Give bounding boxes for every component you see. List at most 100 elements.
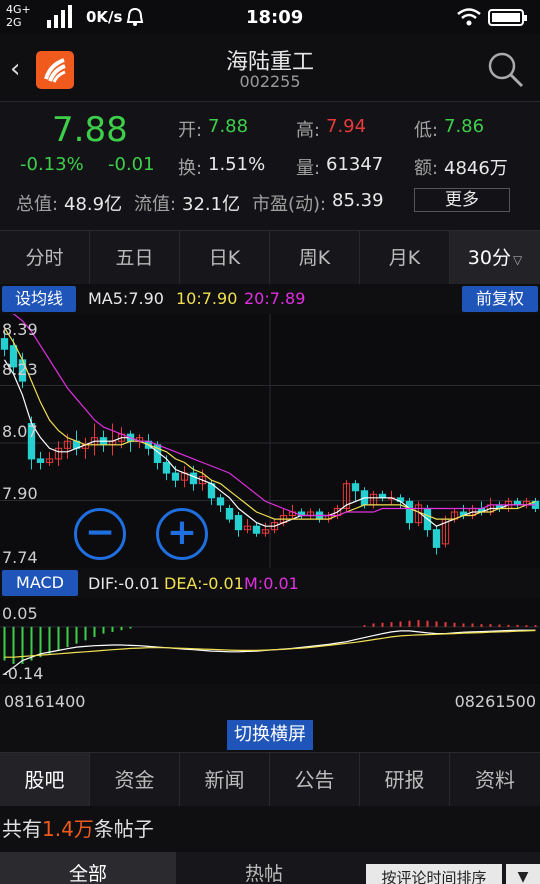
total-value: 48.9亿 bbox=[64, 194, 123, 215]
open-value: 7.88 bbox=[208, 116, 249, 137]
candle-body bbox=[351, 483, 360, 492]
tab-profile[interactable]: 资料 bbox=[450, 753, 540, 807]
network-indicator: 4G+ 2G bbox=[6, 3, 31, 29]
float-value: 32.1亿 bbox=[182, 194, 241, 215]
candle-body bbox=[225, 507, 234, 520]
adjust-button[interactable]: 前复权 bbox=[462, 286, 538, 312]
more-button[interactable]: 更多 bbox=[414, 188, 510, 212]
candle-body bbox=[171, 472, 180, 481]
tab-funds[interactable]: 资金 bbox=[90, 753, 180, 807]
network-2g-label: 2G bbox=[6, 16, 22, 29]
info-tabs: 股吧 资金 新闻 公告 研报 资料 bbox=[0, 752, 540, 807]
candle-body bbox=[189, 472, 198, 485]
clock: 18:09 bbox=[246, 7, 304, 28]
macd-dea-line bbox=[4, 629, 536, 658]
macd-dif: DIF:-0.01 bbox=[88, 574, 160, 593]
zoom-in-button[interactable]: + bbox=[156, 508, 208, 560]
sort-button[interactable]: 按评论时间排序 bbox=[366, 864, 502, 884]
volume-value: 61347 bbox=[326, 154, 384, 175]
search-icon[interactable] bbox=[486, 50, 526, 90]
macd-chart[interactable]: 0.05 -0.14 bbox=[0, 598, 540, 684]
y-label-1: 8.39 bbox=[2, 320, 38, 339]
candle-body bbox=[216, 497, 225, 506]
stock-code: 002255 bbox=[239, 72, 301, 91]
period-tabs: 分时 五日 日K 周K 月K 30分 ▽ bbox=[0, 230, 540, 285]
low-label: 低: bbox=[414, 120, 439, 141]
tab-news[interactable]: 新闻 bbox=[180, 753, 270, 807]
notification-icon bbox=[126, 7, 144, 26]
candle-body bbox=[405, 500, 414, 524]
macd-dea: DEA:-0.01 bbox=[164, 574, 244, 593]
macd-button[interactable]: MACD bbox=[2, 570, 78, 596]
zoom-out-button[interactable]: − bbox=[74, 508, 126, 560]
post-filter-tabs: 全部 热帖 按评论时间排序 ▼ bbox=[0, 852, 540, 884]
float-value-label: 流值: bbox=[134, 194, 177, 215]
network-speed: 0K/s bbox=[86, 8, 123, 26]
tab-announcements[interactable]: 公告 bbox=[270, 753, 360, 807]
tab-monthly-k[interactable]: 月K bbox=[360, 231, 450, 285]
time-start: 08161400 bbox=[4, 692, 86, 711]
tab-30min-label: 30分 bbox=[467, 247, 511, 269]
macd-m: M:0.01 bbox=[244, 574, 299, 593]
post-count-suffix: 条帖子 bbox=[93, 817, 154, 841]
macd-bar: MACD DIF:-0.01 DEA:-0.01 M:0.01 bbox=[0, 568, 540, 598]
tab-five-day[interactable]: 五日 bbox=[90, 231, 180, 285]
status-bar: 4G+ 2G 0K/s 18:09 bbox=[0, 0, 540, 34]
tab-forum[interactable]: 股吧 bbox=[0, 753, 90, 807]
chevron-down-icon[interactable]: ▼ bbox=[506, 864, 540, 884]
tab-weekly-k[interactable]: 周K bbox=[270, 231, 360, 285]
network-4g-label: 4G+ bbox=[6, 3, 31, 16]
volume-label: 量: bbox=[296, 158, 321, 179]
macd-chart-svg bbox=[0, 620, 540, 675]
candle-body bbox=[252, 525, 261, 534]
tab-30min[interactable]: 30分 ▽ bbox=[450, 231, 540, 285]
subtab-hot[interactable]: 热帖 bbox=[176, 852, 352, 884]
change-value: -0.01 bbox=[108, 154, 155, 175]
amount-value: 4846万 bbox=[444, 158, 508, 179]
tab-daily-k[interactable]: 日K bbox=[180, 231, 270, 285]
post-count-prefix: 共有 bbox=[2, 817, 42, 841]
y-label-4: 7.90 bbox=[2, 484, 38, 503]
macd-top-label: 0.05 bbox=[2, 604, 38, 623]
switch-row: 切换横屏 bbox=[0, 718, 540, 752]
total-value-label: 总值: bbox=[16, 194, 59, 215]
candle-body bbox=[432, 529, 441, 548]
wifi-icon bbox=[457, 8, 481, 26]
ma5-value: MA5:7.90 bbox=[88, 289, 164, 308]
low-value: 7.86 bbox=[444, 116, 485, 137]
time-axis: 08161400 08261500 bbox=[0, 684, 540, 718]
y-label-5: 7.74 bbox=[2, 548, 38, 567]
turnover-value: 1.51% bbox=[208, 154, 266, 175]
amount-label: 额: bbox=[414, 158, 439, 179]
post-count: 共有1.4万条帖子 bbox=[0, 806, 540, 852]
turnover-label: 换: bbox=[178, 158, 203, 179]
current-price: 7.88 bbox=[52, 110, 128, 150]
kline-chart[interactable]: 8.39 8.23 8.07 7.90 7.74 − + bbox=[0, 314, 540, 568]
pe-label: 市盈(动): bbox=[252, 194, 327, 215]
tab-intraday[interactable]: 分时 bbox=[0, 231, 90, 285]
title-bar: ‹ 海陆重工 002255 bbox=[0, 34, 540, 102]
set-ma-button[interactable]: 设均线 bbox=[2, 286, 76, 312]
pe-value: 85.39 bbox=[332, 190, 384, 211]
candle-body bbox=[234, 515, 243, 531]
chevron-down-icon: ▽ bbox=[512, 253, 523, 267]
battery-icon bbox=[488, 9, 527, 26]
macd-bottom-label: -0.14 bbox=[2, 664, 44, 683]
signal-icon bbox=[47, 5, 72, 28]
open-label: 开: bbox=[178, 120, 203, 141]
subtab-all[interactable]: 全部 bbox=[0, 852, 176, 884]
high-value: 7.94 bbox=[326, 116, 367, 137]
post-count-number: 1.4万 bbox=[42, 817, 94, 841]
change-percent: -0.13% bbox=[20, 154, 84, 175]
tab-research[interactable]: 研报 bbox=[360, 753, 450, 807]
ma20-value: 20:7.89 bbox=[244, 289, 306, 308]
candle-body bbox=[162, 461, 171, 474]
switch-landscape-button[interactable]: 切换横屏 bbox=[227, 720, 313, 750]
time-end: 08261500 bbox=[454, 692, 536, 711]
candle-body bbox=[0, 338, 9, 350]
candle-body bbox=[36, 458, 45, 463]
y-label-2: 8.23 bbox=[2, 360, 38, 379]
high-label: 高: bbox=[296, 120, 321, 141]
ma10-value: 10:7.90 bbox=[176, 289, 238, 308]
y-label-3: 8.07 bbox=[2, 422, 38, 441]
